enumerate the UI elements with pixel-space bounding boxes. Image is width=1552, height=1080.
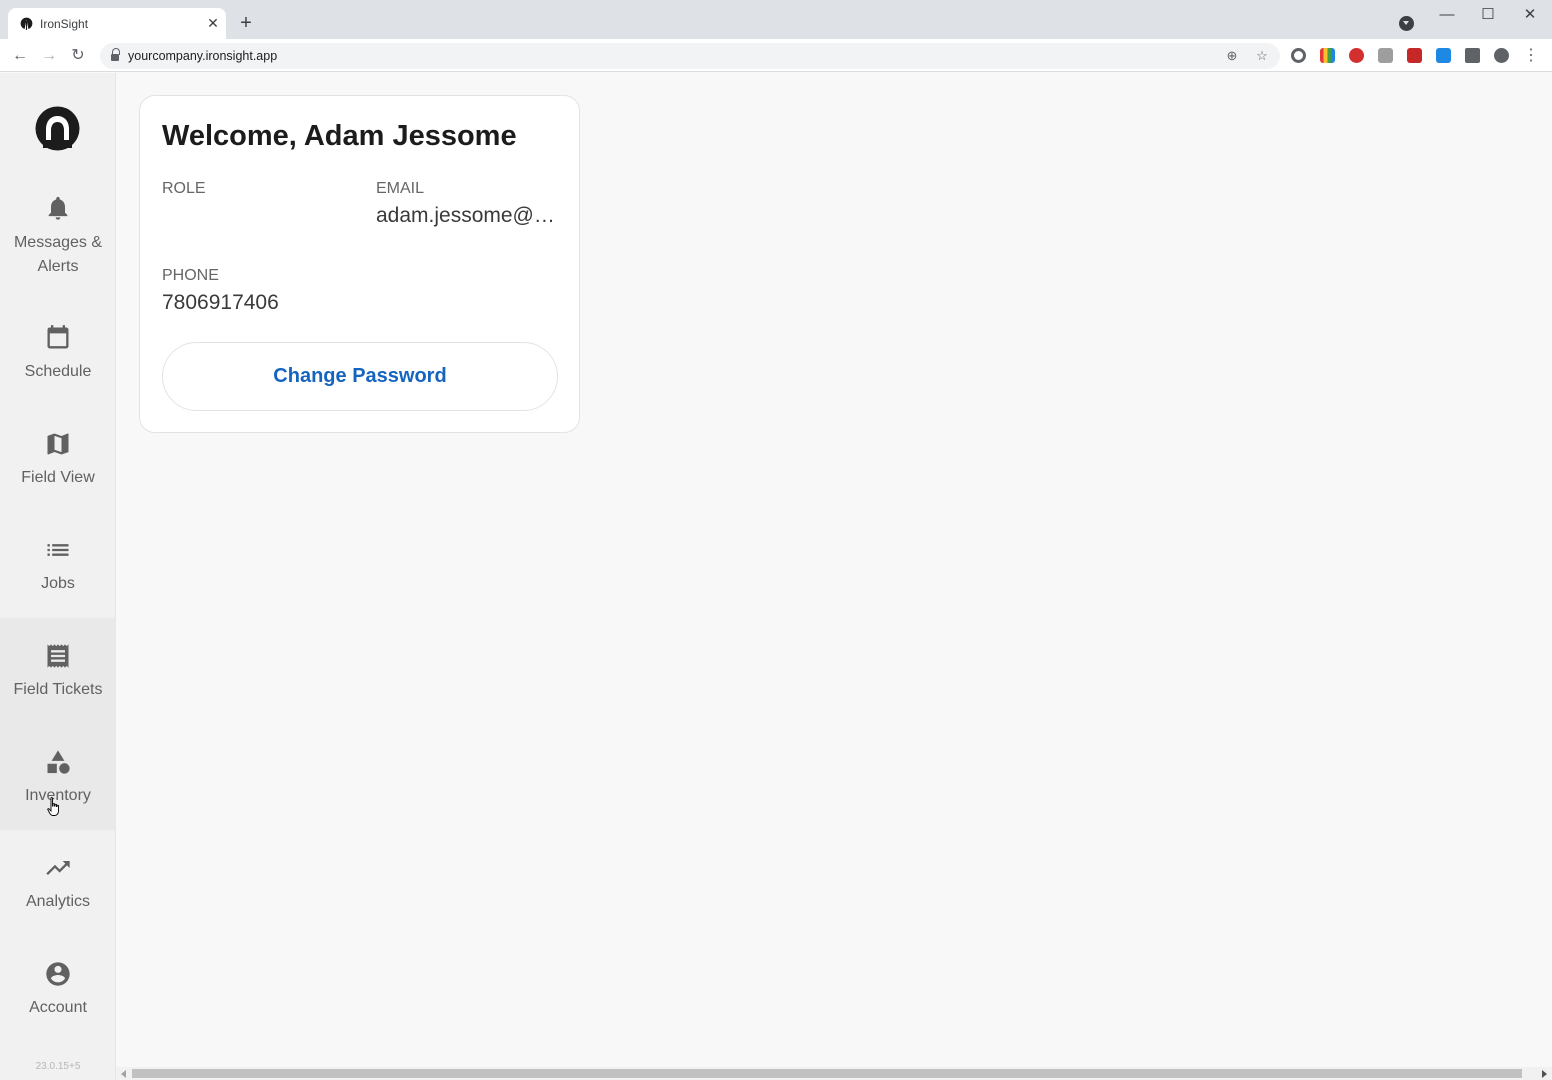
- sidebar-item-label: Analytics: [25, 893, 91, 910]
- sidebar-item-label: Field Tickets: [13, 681, 103, 698]
- extension-circle-icon[interactable]: [1291, 48, 1306, 63]
- address-bar[interactable]: yourcompany.ironsight.app ⊕ ☆: [100, 43, 1280, 69]
- scroll-left-arrow-icon[interactable]: [121, 1070, 126, 1078]
- extension-pdf-icon[interactable]: [1407, 48, 1422, 63]
- back-icon[interactable]: ←: [9, 45, 31, 67]
- url-text[interactable]: yourcompany.ironsight.app: [128, 49, 277, 63]
- ironsight-logo[interactable]: [35, 106, 80, 151]
- sidebar-item-label: Account: [29, 999, 87, 1016]
- email-label: EMAIL: [376, 180, 425, 197]
- change-password-button[interactable]: Change Password: [162, 342, 558, 411]
- browser-tab[interactable]: IronSight ✕: [8, 8, 226, 39]
- sidebar-item-field-view[interactable]: Field View: [0, 418, 116, 524]
- phone-label: PHONE: [162, 267, 219, 284]
- horizontal-scrollbar[interactable]: [116, 1067, 1552, 1080]
- maximize-button[interactable]: ☐: [1478, 5, 1498, 25]
- profile-card: Welcome, Adam Jessome ROLE EMAIL adam.je…: [139, 95, 580, 433]
- browser-toolbar: ← → ↻ yourcompany.ironsight.app ⊕ ☆ ⋮: [0, 39, 1552, 72]
- email-value: adam.jessome@p...: [376, 204, 560, 227]
- role-label: ROLE: [162, 180, 206, 197]
- lock-icon[interactable]: [111, 48, 120, 61]
- sidebar-item-account[interactable]: Account: [0, 948, 116, 1054]
- tab-title: IronSight: [40, 17, 89, 31]
- minimize-button[interactable]: —: [1437, 5, 1457, 25]
- tab-close-icon[interactable]: ✕: [204, 14, 222, 32]
- close-window-button[interactable]: ✕: [1520, 5, 1540, 25]
- profile-avatar-icon[interactable]: [1494, 48, 1509, 63]
- new-tab-button[interactable]: +: [236, 13, 256, 33]
- phone-value: 7806917406: [162, 291, 279, 314]
- shapes-icon: [47, 750, 70, 774]
- welcome-heading: Welcome, Adam Jessome: [162, 120, 517, 152]
- hand-cursor-icon: [47, 797, 59, 816]
- calendar-icon: [47, 325, 69, 349]
- app-sidebar: Messages & Alerts Schedule Field View Jo…: [0, 73, 116, 1080]
- sidebar-item-label: Jobs: [41, 575, 75, 592]
- tab-search-icon[interactable]: [1399, 16, 1414, 31]
- forward-icon[interactable]: →: [38, 45, 60, 67]
- account-circle-icon: [46, 962, 70, 986]
- reload-icon[interactable]: ↻: [67, 45, 89, 67]
- app-version: 23.0.15+5: [35, 1061, 81, 1072]
- sidebar-item-messages-alerts[interactable]: Messages & Alerts: [0, 182, 116, 288]
- sidebar-item-label: Messages & Alerts: [13, 234, 103, 275]
- sidebar-item-label: Field View: [21, 469, 95, 486]
- extension-camera-icon[interactable]: [1378, 48, 1393, 63]
- trending-up-icon: [46, 861, 70, 875]
- zoom-icon[interactable]: ⊕: [1224, 48, 1240, 64]
- receipt-icon: [47, 644, 69, 668]
- sidebar-item-jobs[interactable]: Jobs: [0, 524, 116, 630]
- bell-icon: [48, 196, 68, 220]
- extension-opera-icon[interactable]: [1349, 48, 1364, 63]
- extensions-puzzle-icon[interactable]: [1465, 48, 1480, 63]
- ironsight-favicon-icon: [20, 17, 33, 30]
- bookmark-star-icon[interactable]: ☆: [1254, 48, 1270, 64]
- scroll-right-arrow-icon[interactable]: [1542, 1070, 1547, 1078]
- map-icon: [47, 433, 69, 455]
- list-icon: [47, 544, 69, 556]
- scrollbar-thumb[interactable]: [132, 1069, 1522, 1078]
- browser-menu-icon[interactable]: ⋮: [1520, 45, 1542, 67]
- extension-color-icon[interactable]: [1320, 48, 1335, 63]
- sidebar-item-schedule[interactable]: Schedule: [0, 312, 116, 418]
- browser-tabstrip: IronSight ✕ + — ☐ ✕: [0, 0, 1552, 39]
- sidebar-item-analytics[interactable]: Analytics: [0, 842, 116, 948]
- sidebar-item-field-tickets[interactable]: Field Tickets: [0, 618, 116, 724]
- sidebar-item-label: Schedule: [24, 363, 92, 380]
- extension-search-icon[interactable]: [1436, 48, 1451, 63]
